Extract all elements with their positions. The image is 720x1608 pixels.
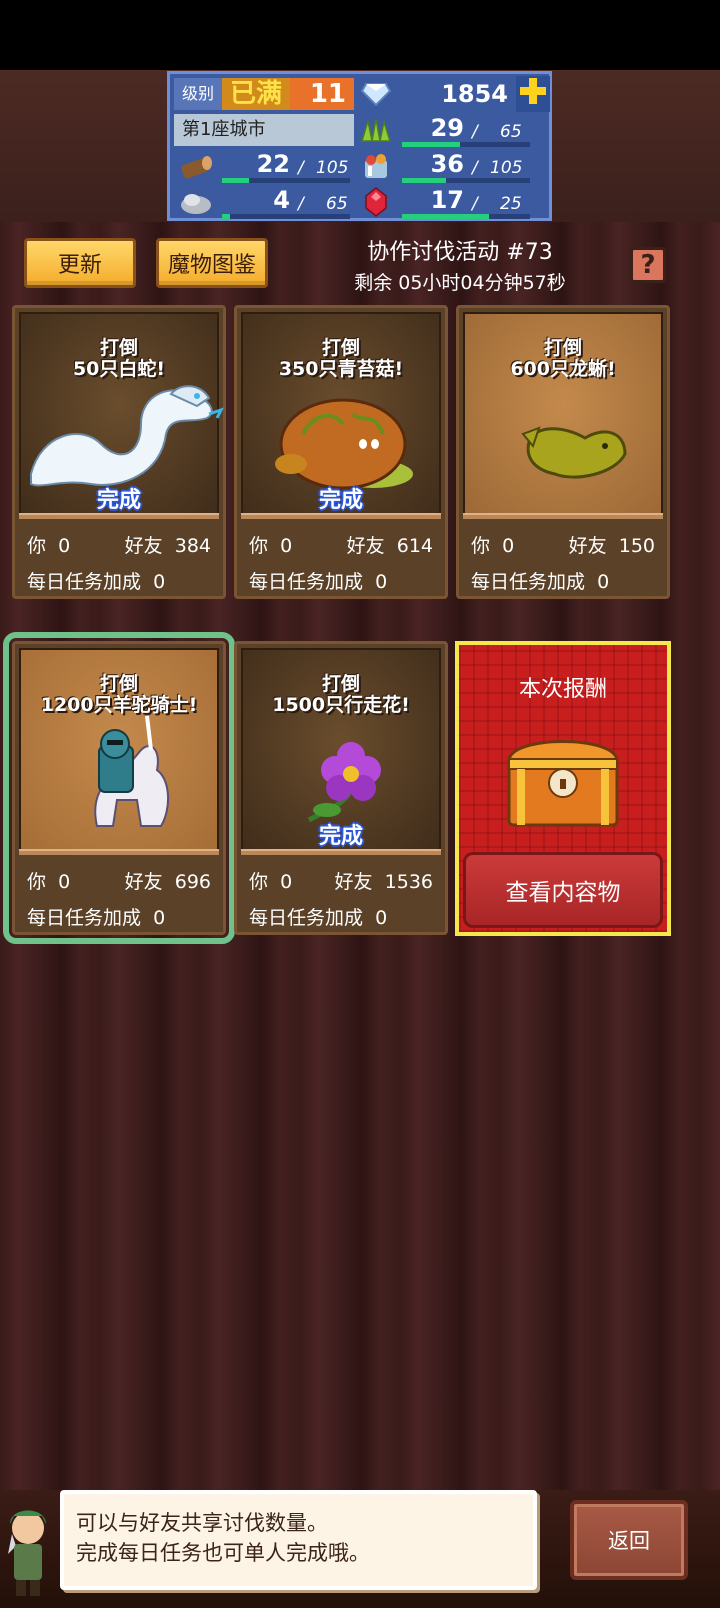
food-max: 105: [490, 158, 523, 178]
friends-count: 好友 696: [124, 871, 211, 893]
card-title: 打倒 50只白蛇!: [72, 337, 166, 380]
reward-title: 本次报酬: [518, 677, 607, 702]
event-timer: 剩余 05小时04分钟57秒: [354, 272, 566, 294]
daily-bonus: 每日任务加成 0: [27, 907, 166, 929]
food-bar: [402, 178, 446, 183]
friends-count: 好友 384: [124, 535, 211, 557]
food-separator: /: [472, 158, 478, 178]
quest-card-alpaca-knight[interactable]: 打倒 1200只羊驼骑士! 你 0 好友 696 每日任务加成 0: [3, 632, 235, 944]
card-divider: [463, 513, 663, 519]
ruby-max: 25: [500, 194, 522, 214]
card-divider: [19, 849, 219, 855]
help-button[interactable]: ?: [630, 247, 666, 283]
card-title: 打倒 1500只行走花!: [272, 673, 410, 716]
grass-icon: [358, 114, 394, 146]
you-count: 你 0: [471, 535, 515, 557]
quest-card-dragon-lizard[interactable]: 打倒 600只龙蜥! 你 0 好友 150 每日任务加成 0: [456, 305, 670, 599]
add-gems-button[interactable]: [516, 76, 550, 112]
gem-count: 1854: [441, 80, 508, 108]
quest-card-white-snake[interactable]: 打倒 50只白蛇! 完成 你 0 好友 384 每日任务加成 0: [12, 305, 226, 599]
view-contents-button[interactable]: 查看内容物: [463, 852, 663, 928]
grass-max: 65: [500, 122, 522, 142]
card-divider: [241, 849, 441, 855]
friends-count: 好友 1536: [334, 871, 433, 893]
wood-max: 105: [316, 158, 349, 178]
you-count: 你 0: [249, 871, 293, 893]
grass-separator: /: [472, 122, 478, 142]
wood-separator: /: [298, 158, 304, 178]
tip-dialog: 可以与好友共享讨伐数量。 完成每日任务也可单人完成哦。: [60, 1490, 537, 1590]
quest-card-moss-mushroom[interactable]: 打倒 350只青苔菇! 完成 你 0 好友 614 每日任务加成 0: [234, 305, 448, 599]
you-count: 你 0: [27, 535, 71, 557]
card-title: 打倒 600只龙蜥!: [510, 337, 616, 380]
wood-icon: [174, 150, 218, 182]
back-button[interactable]: 返回: [570, 1500, 688, 1580]
daily-bonus: 每日任务加成 0: [27, 571, 166, 593]
stone-value: 4: [273, 186, 290, 214]
tip-line-2: 完成每日任务也可单人完成哦。: [76, 1541, 370, 1565]
daily-bonus: 每日任务加成 0: [249, 907, 388, 929]
status-panel: 级别 已满 11 1854 第1座城市 22 / 105 4 / 65 29 /…: [167, 71, 552, 221]
refresh-button[interactable]: 更新: [24, 238, 136, 288]
card-stats: 你 0 好友 696 每日任务加成 0: [19, 857, 219, 929]
daily-bonus: 每日任务加成 0: [471, 571, 610, 593]
complete-badge: 完成: [318, 824, 363, 849]
card-art: 打倒 600只龙蜥!: [463, 312, 663, 518]
treasure-chest-icon: [507, 740, 619, 827]
card-stats: 你 0 好友 150 每日任务加成 0: [463, 521, 663, 593]
gem-icon: [358, 78, 394, 110]
stone-max: 65: [326, 194, 348, 214]
complete-badge: 完成: [318, 488, 363, 513]
card-art: 打倒 1500只行走花! 完成: [241, 648, 441, 854]
stone-separator: /: [298, 194, 304, 214]
stone-bar-track: [222, 214, 350, 219]
complete-badge: 完成: [96, 488, 141, 513]
food-icon: [358, 150, 394, 182]
you-count: 你 0: [27, 871, 71, 893]
level-label: 级别: [174, 78, 222, 110]
event-title: 协作讨伐活动 #73: [367, 240, 553, 265]
ruby-bar: [402, 214, 489, 219]
food-value: 36: [430, 150, 464, 178]
stone-icon: [174, 186, 218, 218]
grass-bar: [402, 142, 460, 147]
card-art: 打倒 350只青苔菇! 完成: [241, 312, 441, 518]
card-title: 打倒 1200只羊驼骑士!: [40, 673, 198, 716]
card-divider: [241, 513, 441, 519]
level-value: 11: [290, 78, 354, 110]
ruby-icon: [358, 186, 394, 218]
card-title: 打倒 350只青苔菇!: [278, 337, 404, 380]
card-art: 打倒 50只白蛇! 完成: [19, 312, 224, 518]
reward-card: 本次报酬 查看内容物: [455, 641, 671, 936]
monster-book-button[interactable]: 魔物图鉴: [156, 238, 268, 288]
card-stats: 你 0 好友 614 每日任务加成 0: [241, 521, 441, 593]
card-art: 打倒 1200只羊驼骑士!: [19, 648, 219, 854]
ruby-value: 17: [430, 186, 464, 214]
tip-line-1: 可以与好友共享讨伐数量。: [76, 1511, 328, 1535]
level-max-badge: 已满: [222, 78, 290, 110]
friends-count: 好友 614: [346, 535, 433, 557]
advisor-avatar: [8, 1510, 46, 1596]
wood-bar: [222, 178, 249, 183]
card-stats: 你 0 好友 1536 每日任务加成 0: [241, 857, 441, 929]
grass-value: 29: [430, 114, 464, 142]
quest-card-walking-flower[interactable]: 打倒 1500只行走花! 完成 你 0 好友 1536 每日任务加成 0: [234, 641, 448, 935]
daily-bonus: 每日任务加成 0: [249, 571, 388, 593]
city-name: 第1座城市: [174, 114, 354, 146]
stone-bar: [222, 214, 230, 219]
card-stats: 你 0 好友 384 每日任务加成 0: [19, 521, 219, 593]
ruby-separator: /: [472, 194, 478, 214]
you-count: 你 0: [249, 535, 293, 557]
wood-value: 22: [256, 150, 290, 178]
friends-count: 好友 150: [568, 535, 655, 557]
card-divider: [19, 513, 219, 519]
